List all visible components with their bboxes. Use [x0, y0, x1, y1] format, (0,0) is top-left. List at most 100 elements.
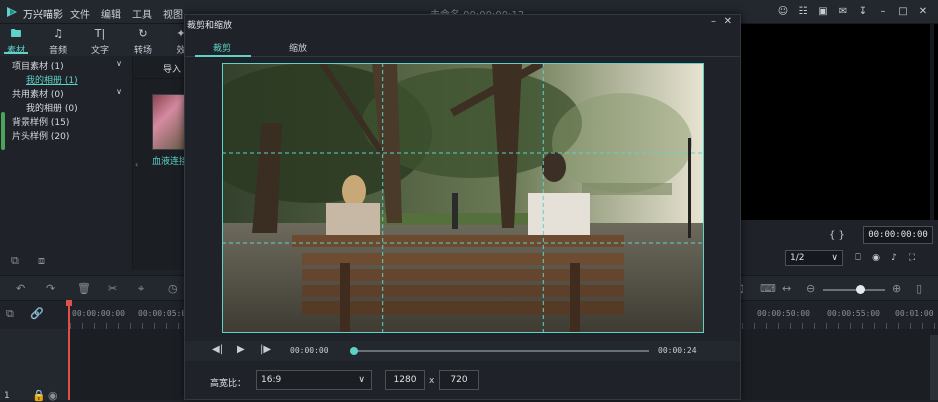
- music-note-icon: ♫: [53, 27, 63, 40]
- ruler-label: 00:01:00: [895, 309, 934, 318]
- media-browser: 导入 血液连接 ‹: [133, 56, 189, 270]
- zoom-slider-knob[interactable]: [856, 285, 865, 294]
- user-icon[interactable]: ☺: [776, 4, 790, 18]
- active-tab-indicator: [4, 52, 28, 54]
- height-input[interactable]: 720: [439, 370, 479, 390]
- zoom-slider-track[interactable]: [823, 289, 885, 291]
- active-tab-indicator: [195, 55, 251, 57]
- menu-file[interactable]: 文件: [70, 6, 90, 21]
- aspect-ratio-select[interactable]: 16:9 ∨: [256, 370, 372, 390]
- cart-icon[interactable]: ☷: [796, 4, 810, 18]
- preview-screen: [740, 24, 938, 220]
- add-folder-icon[interactable]: ⧉: [11, 254, 19, 268]
- previous-frame-icon[interactable]: ◀|: [212, 344, 223, 355]
- clip-thumbnail[interactable]: [152, 94, 185, 150]
- play-icon[interactable]: ▶: [237, 344, 245, 355]
- import-button[interactable]: 导入: [163, 62, 181, 75]
- folder-icon: 🖿: [10, 27, 22, 40]
- preview-ratio-select[interactable]: 1/2 ∨: [785, 250, 843, 266]
- undo-icon[interactable]: ↶: [16, 282, 25, 295]
- tree-scrollbar[interactable]: [1, 112, 5, 150]
- menu-bar: 文件 编辑 工具 视图: [70, 6, 194, 21]
- download-icon[interactable]: ↧: [856, 4, 870, 18]
- crop-frame[interactable]: [222, 63, 704, 333]
- lock-icon[interactable]: 🔒: [32, 389, 46, 402]
- mark-in-out-icon[interactable]: { }: [829, 230, 845, 241]
- tree-item-intro-samples[interactable]: 片头样例 (20): [12, 129, 69, 142]
- volume-icon[interactable]: ♪: [888, 252, 900, 264]
- chevron-down-icon: ∨: [831, 253, 838, 263]
- preview-scrollbar[interactable]: [930, 24, 934, 220]
- collapse-icon[interactable]: ‹: [135, 160, 138, 169]
- save-icon[interactable]: ▣: [816, 4, 830, 18]
- tab-crop[interactable]: 裁剪: [213, 41, 231, 54]
- add-track-icon[interactable]: ⧉: [6, 307, 14, 321]
- app-name: 万兴喵影: [23, 10, 63, 21]
- zoom-in-icon[interactable]: ⊕: [892, 282, 901, 295]
- crop-settings: 高宽比： 16:9 ∨ 1280 x 720: [185, 365, 740, 399]
- tree-item-project-media[interactable]: 项目素材 (1): [12, 59, 64, 72]
- video-preview[interactable]: [222, 63, 704, 333]
- times-sign: x: [429, 376, 435, 386]
- link-icon[interactable]: 🔗: [30, 307, 44, 320]
- menu-view[interactable]: 视图: [163, 6, 183, 21]
- tab-text[interactable]: T| 文字: [82, 27, 118, 56]
- voiceover-icon[interactable]: ⌨: [760, 282, 776, 295]
- tab-audio[interactable]: ♫ 音频: [40, 27, 76, 56]
- speed-icon[interactable]: ◷: [168, 282, 178, 295]
- dialog-player-bar: ◀| ▶ |▶ 00:00:00 00:00:24: [185, 341, 740, 361]
- cut-icon[interactable]: ✂: [108, 282, 117, 295]
- ruler-label: 00:00:00:00: [72, 309, 125, 318]
- width-input[interactable]: 1280: [385, 370, 425, 390]
- eye-icon[interactable]: ◉: [48, 389, 58, 402]
- timeline-scrollbar[interactable]: [930, 335, 938, 400]
- ruler-label: 00:00:50:00: [757, 309, 810, 318]
- fullscreen-icon[interactable]: ⛶: [906, 252, 918, 264]
- mail-icon[interactable]: ✉: [836, 4, 850, 18]
- preview-timecode: 00:00:00:00: [863, 226, 933, 244]
- tree-item-my-album-1[interactable]: 我的相册 (1): [26, 73, 78, 86]
- tab-transition[interactable]: ↻ 转场: [125, 27, 161, 56]
- fit-icon[interactable]: ↔: [782, 282, 791, 295]
- remove-folder-icon[interactable]: ⧈: [38, 254, 45, 268]
- panel-icon[interactable]: ▯: [916, 282, 922, 295]
- app-logo-icon: [7, 7, 17, 17]
- next-frame-icon[interactable]: |▶: [260, 344, 271, 355]
- tree-item-my-album-0[interactable]: 我的相册 (0): [26, 101, 78, 114]
- dialog-title: 裁剪和缩放: [187, 21, 233, 31]
- close-icon[interactable]: ✕: [916, 4, 930, 18]
- preview-controls: ⎕ ◉ ♪ ⛶: [852, 252, 918, 264]
- menu-edit[interactable]: 编辑: [101, 6, 121, 21]
- app-window: 万兴喵影 文件 编辑 工具 视图 未命名 00:00:00:12 ☺ ☷ ▣ ✉…: [0, 0, 938, 402]
- menu-tools[interactable]: 工具: [132, 6, 152, 21]
- crop-zoom-dialog: 裁剪和缩放 – ✕ 裁剪 缩放 ◀| ▶ |▶ 00:00:00 00:00:2…: [184, 14, 741, 400]
- snapshot-icon[interactable]: ◉: [870, 252, 882, 264]
- tree-item-background-samples[interactable]: 背景样例 (15): [12, 115, 69, 128]
- top-right-icons: ☺ ☷ ▣ ✉ ↧ – □ ✕: [776, 4, 930, 18]
- text-icon: T|: [94, 27, 106, 40]
- current-time: 00:00:00: [290, 346, 329, 355]
- transition-icon: ↻: [138, 27, 148, 40]
- minimize-icon[interactable]: –: [876, 4, 890, 18]
- playhead[interactable]: [68, 303, 70, 400]
- dialog-tabs: 裁剪 缩放: [185, 37, 740, 57]
- tree-item-shared-media[interactable]: 共用素材 (0): [12, 87, 64, 100]
- chevron-down-icon[interactable]: ∨: [116, 59, 122, 68]
- close-icon[interactable]: ✕: [724, 16, 732, 27]
- delete-icon[interactable]: 🗑: [77, 282, 91, 295]
- crop-icon[interactable]: ⌖: [138, 282, 144, 296]
- duration: 00:00:24: [658, 346, 697, 355]
- display-icon[interactable]: ⎕: [852, 252, 864, 264]
- clip-label: 血液连接: [152, 157, 189, 167]
- progress-track[interactable]: [353, 350, 649, 352]
- chevron-down-icon[interactable]: ∨: [116, 87, 122, 96]
- ruler-label: 00:00:55:00: [827, 309, 880, 318]
- tab-zoom[interactable]: 缩放: [289, 41, 307, 54]
- track-header: 1 🔒 ◉: [0, 329, 70, 402]
- progress-knob[interactable]: [350, 347, 358, 355]
- zoom-out-icon[interactable]: ⊖: [806, 282, 815, 295]
- minimize-icon[interactable]: –: [711, 16, 716, 27]
- redo-icon[interactable]: ↷: [46, 282, 55, 295]
- restore-icon[interactable]: □: [896, 4, 910, 18]
- preview-panel: { } 00:00:00:00 1/2 ∨ ⎕ ◉ ♪ ⛶: [740, 24, 938, 274]
